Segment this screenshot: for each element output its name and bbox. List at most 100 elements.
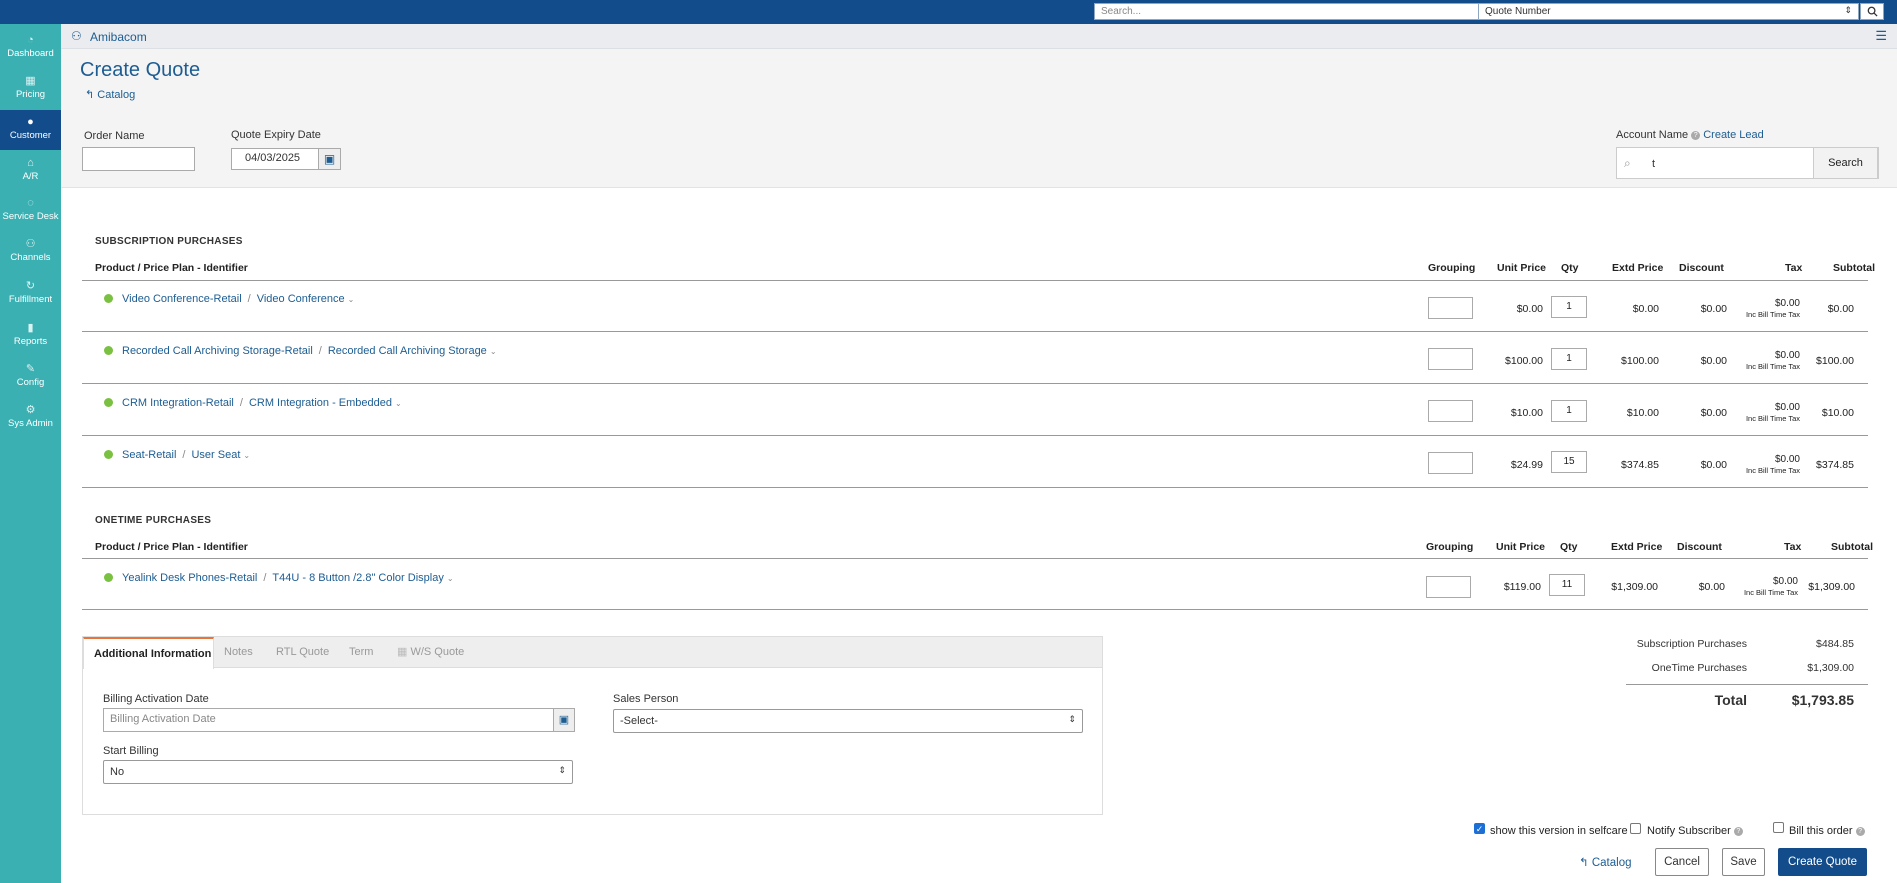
product-name: Recorded Call Archiving Storage-Retail	[122, 345, 313, 357]
notify-subscriber-checkbox[interactable]	[1630, 823, 1641, 834]
col-extd-price: Extd Price	[1611, 541, 1663, 553]
sidebar-item-reports[interactable]: ▮ Reports	[0, 316, 61, 356]
sidebar-item-fulfillment[interactable]: ↻ Fulfillment	[0, 274, 61, 314]
discount: $0.00	[1700, 459, 1727, 471]
chevron-down-icon: ⌄	[243, 451, 251, 460]
tab-ws-quote[interactable]: ▦ W/S Quote	[397, 637, 464, 668]
tax-value: $0.00	[1774, 402, 1800, 413]
sidebar-item-label: Sys Admin	[8, 418, 53, 429]
tax-value: $0.00	[1774, 350, 1800, 361]
tab-notes[interactable]: Notes	[224, 637, 253, 668]
product-name: Yealink Desk Phones-Retail	[122, 572, 258, 584]
sales-person-label: Sales Person	[613, 693, 679, 705]
tab-term[interactable]: Term	[349, 637, 373, 668]
list-menu-icon[interactable]: ☰	[1875, 28, 1887, 44]
gear-icon: ⚙	[25, 404, 36, 416]
subtotal: $10.00	[1821, 407, 1854, 419]
qty-input[interactable]: 11	[1549, 574, 1585, 596]
col-qty: Qty	[1561, 262, 1579, 274]
tax-value: $0.00	[1772, 576, 1798, 587]
grid-icon: ▦	[25, 75, 36, 87]
grouping-input[interactable]	[1428, 452, 1473, 474]
unit-price: $0.00	[1516, 303, 1543, 315]
product-link[interactable]: Video Conference-Retail / Video Conference…	[122, 293, 354, 305]
account-link[interactable]: Amibacom	[90, 30, 147, 44]
divider	[82, 280, 1868, 281]
account-people-icon: ⚇	[71, 29, 82, 43]
product-name: Seat-Retail	[122, 449, 177, 461]
col-subtotal: Subtotal	[1831, 541, 1873, 553]
plan-name: CRM Integration - Embedded	[248, 397, 393, 409]
account-bar: ⚇ Amibacom ☰	[61, 24, 1897, 49]
sales-person-select[interactable]: -Select- ⇕	[613, 709, 1083, 733]
grouping-input[interactable]	[1428, 400, 1473, 422]
chevron-down-icon: ⌄	[395, 399, 402, 408]
back-to-catalog-link[interactable]: ↰ Catalog	[85, 88, 135, 101]
create-lead-link[interactable]: Create Lead	[1703, 129, 1764, 141]
help-icon: ?	[1691, 130, 1701, 140]
extd-price: $0.00	[1632, 303, 1659, 315]
divider	[82, 383, 1868, 384]
search-type-select[interactable]: Quote Number ⇕	[1478, 3, 1859, 20]
status-dot	[104, 573, 113, 582]
bill-order-checkbox[interactable]	[1773, 822, 1784, 833]
sidebar-item-service-desk[interactable]: ◌ Service Desk	[0, 191, 61, 231]
calendar-icon[interactable]: ▣	[553, 708, 575, 732]
show-selfcare-label: show this version in selfcare	[1490, 825, 1628, 837]
start-billing-label: Start Billing	[103, 745, 159, 757]
tab-additional-information[interactable]: Additional Information	[83, 637, 214, 669]
tab-rtl-quote[interactable]: RTL Quote	[276, 637, 329, 668]
sidebar-item-dashboard[interactable]: ◔ Dashboard	[0, 28, 61, 68]
unit-price: $119.00	[1503, 581, 1541, 593]
page-header: ⚇ Amibacom ☰ Create Quote ↰ Catalog	[61, 24, 1897, 112]
product-link[interactable]: Seat-Retail / User Seat ⌄	[122, 449, 250, 461]
subtotal: $100.00	[1816, 355, 1854, 367]
qty-input[interactable]: 15	[1551, 451, 1587, 473]
tax-note: Inc Bill Time Tax	[1745, 414, 1800, 423]
back-arrow-icon: ↰	[1579, 857, 1592, 869]
order-name-input[interactable]	[82, 147, 195, 171]
calendar-icon[interactable]: ▣	[318, 148, 341, 170]
help-icon: ?	[1733, 826, 1743, 836]
col-discount: Discount	[1679, 262, 1724, 274]
unit-price: $100.00	[1505, 355, 1543, 367]
qty-input[interactable]: 1	[1551, 400, 1587, 422]
qty-input[interactable]: 1	[1551, 348, 1587, 370]
sidebar-item-ar[interactable]: ⌂ A/R	[0, 151, 61, 191]
start-billing-select[interactable]: No ⇕	[103, 760, 573, 784]
sidebar-item-label: Config	[16, 377, 45, 388]
catalog-link[interactable]: ↰ Catalog	[1579, 855, 1631, 869]
col-subtotal: Subtotal	[1833, 262, 1875, 274]
account-search-button[interactable]: Search	[1813, 147, 1878, 179]
product-link[interactable]: CRM Integration-Retail / CRM Integration -…	[122, 397, 402, 409]
sidebar-item-config[interactable]: ✎ Config	[0, 357, 61, 397]
account-search-value: t	[1652, 158, 1656, 170]
product-link[interactable]: Yealink Desk Phones-Retail / T44U - 8 Butt…	[122, 572, 454, 584]
tax-note: Inc Bill Time Tax	[1745, 362, 1800, 371]
expiry-date-input[interactable]: 04/03/2025	[231, 148, 319, 170]
grouping-input[interactable]	[1428, 297, 1473, 319]
plan-name: Recorded Call Archiving Storage	[327, 345, 487, 357]
global-search-button[interactable]	[1860, 3, 1884, 20]
sidebar-item-channels[interactable]: ⚇ Channels	[0, 232, 61, 272]
sidebar-item-customer[interactable]: ● Customer	[0, 110, 61, 150]
grouping-input[interactable]	[1426, 576, 1471, 598]
billing-activation-input[interactable]: Billing Activation Date	[103, 708, 554, 732]
back-link-label: Catalog	[97, 89, 136, 101]
catalog-link-label: Catalog	[1591, 857, 1632, 869]
global-search-input[interactable]: Search...	[1094, 3, 1480, 20]
col-grouping: Grouping	[1428, 262, 1476, 274]
sidebar-item-pricing[interactable]: ▦ Pricing	[0, 69, 61, 109]
qty-input[interactable]: 1	[1551, 296, 1587, 318]
cancel-button[interactable]: Cancel	[1655, 848, 1709, 876]
select-arrows-icon: ⇕	[558, 765, 566, 775]
show-selfcare-checkbox[interactable]: ✓	[1474, 823, 1485, 834]
save-button[interactable]: Save	[1722, 848, 1765, 876]
sidebar-item-sys-admin[interactable]: ⚙ Sys Admin	[0, 398, 61, 438]
product-link[interactable]: Recorded Call Archiving Storage-Retail / R…	[122, 345, 497, 357]
product-name: CRM Integration-Retail	[122, 397, 234, 409]
grouping-input[interactable]	[1428, 348, 1473, 370]
discount: $0.00	[1700, 407, 1727, 419]
create-quote-button[interactable]: Create Quote	[1778, 848, 1867, 876]
dashboard-icon: ◔	[27, 34, 34, 46]
